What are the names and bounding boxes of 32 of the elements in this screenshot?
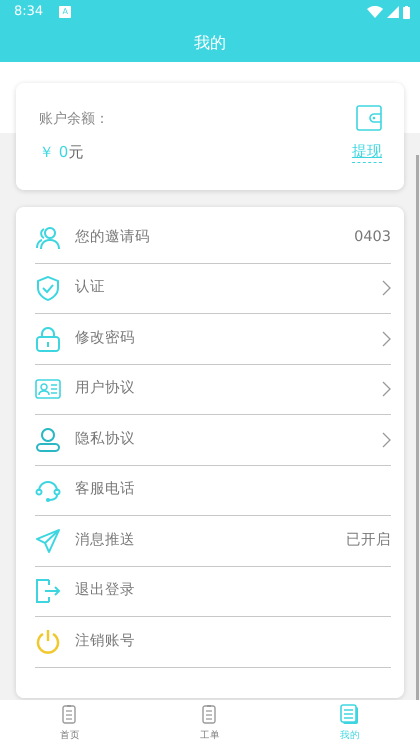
chevron-right-icon [381, 330, 391, 347]
menu-item[interactable]: 注销账号 [35, 617, 391, 668]
menu-item[interactable]: 隐私协议 [35, 415, 391, 466]
status-time: 8:34 [14, 3, 44, 22]
send-icon [35, 528, 61, 554]
battery-icon [403, 6, 410, 18]
notification-icon: A [59, 6, 72, 18]
logout-icon [35, 578, 61, 604]
user-icon [35, 426, 61, 453]
shield-icon [35, 275, 61, 302]
nav-tab[interactable]: 首页 [0, 700, 140, 746]
chevron-right-icon [381, 432, 391, 448]
chevron-right-icon [381, 381, 391, 398]
people-icon [35, 224, 61, 251]
wifi-icon [367, 6, 383, 18]
power-icon [35, 628, 61, 655]
menu-item[interactable]: 用户协议 [35, 364, 391, 415]
nav-tab[interactable]: 工单 [140, 700, 280, 746]
menu-item[interactable]: 认证 [35, 264, 391, 314]
menu-item[interactable]: 消息推送 已开启 [35, 516, 391, 566]
lock-icon [35, 326, 61, 352]
menu-item[interactable]: 您的邀请码 0403 [35, 213, 391, 264]
chevron-right-icon [381, 280, 391, 296]
menu-item[interactable]: 客服电话 [35, 466, 391, 516]
menu-item[interactable]: 退出登录 [35, 566, 391, 617]
balance-label: 账户余额： [39, 110, 109, 129]
signal-icon [387, 6, 399, 18]
document-icon [340, 704, 360, 725]
page-title: 我的 [194, 32, 226, 54]
menu-item[interactable]: 修改密码 [35, 314, 391, 364]
wallet-icon [356, 105, 382, 131]
balance-amount: ￥ 0元 [39, 142, 84, 163]
